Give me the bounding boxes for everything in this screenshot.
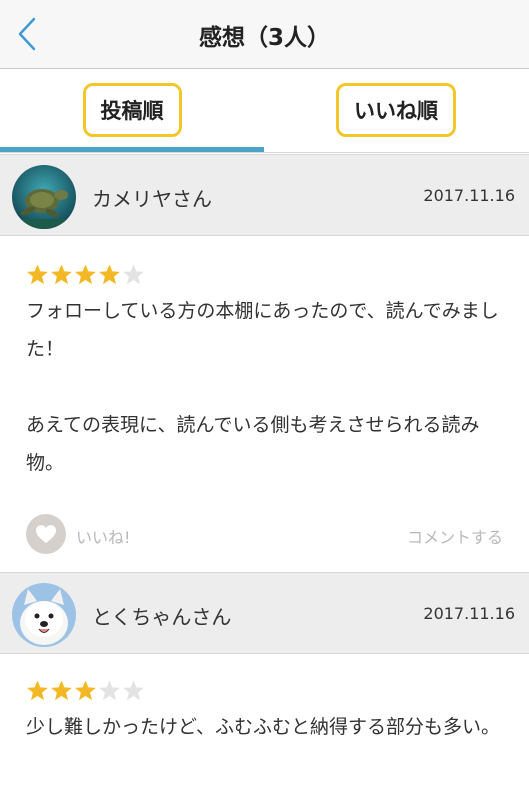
dog-avatar-icon — [12, 583, 76, 647]
star-icon-filled — [27, 679, 48, 700]
star-icon-filled — [27, 263, 48, 284]
review-date: 2017.11.16 — [423, 186, 515, 205]
review-header: カメリヤさん 2017.11.16 — [0, 154, 529, 236]
star-icon-filled — [51, 263, 72, 284]
heart-icon — [36, 525, 56, 544]
review-body: フォローしている方の本棚にあったので、読んでみました！ あえての表現に、読んでい… — [26, 262, 506, 482]
username[interactable]: カメリヤさん — [92, 183, 212, 212]
review-card: とくちゃんさん 2017.11.16 少し難しかったけど、ふむふむと納得する部分… — [0, 572, 529, 800]
star-icon-empty — [123, 679, 144, 700]
username[interactable]: とくちゃんさん — [92, 601, 231, 630]
star-icon-empty — [123, 263, 144, 284]
star-rating — [26, 262, 506, 286]
tab-like-order-label: いいね順 — [336, 83, 456, 137]
tab-post-order-label: 投稿順 — [82, 83, 182, 137]
tabs-divider — [0, 152, 529, 153]
review-comment: フォローしている方の本棚にあったので、読んでみました！ あえての表現に、読んでい… — [26, 300, 499, 474]
page-title: 感想（3人） — [198, 25, 330, 51]
review-comment: 少し難しかったけど、ふむふむと納得する部分も多い。 — [26, 716, 501, 738]
star-icon-filled — [75, 263, 96, 284]
star-icon-filled — [75, 679, 96, 700]
like-button[interactable] — [26, 514, 66, 554]
review-header: とくちゃんさん 2017.11.16 — [0, 572, 529, 654]
star-rating — [26, 678, 506, 702]
tab-like-order[interactable]: いいね順 — [264, 69, 528, 151]
star-icon-filled — [51, 679, 72, 700]
avatar[interactable] — [12, 583, 76, 647]
tab-post-order[interactable]: 投稿順 — [0, 69, 264, 151]
sort-tabs: 投稿順 いいね順 — [0, 69, 529, 156]
review-card: カメリヤさん 2017.11.16 フォローしている方の本棚にあったので、読んで… — [0, 154, 529, 572]
comment-button[interactable]: コメントする — [407, 524, 503, 548]
like-label[interactable]: いいね! — [76, 524, 130, 548]
star-icon-filled — [99, 263, 120, 284]
star-icon-empty — [99, 679, 120, 700]
avatar[interactable] — [12, 165, 76, 229]
nav-header: 感想（3人） — [0, 0, 529, 69]
review-date: 2017.11.16 — [423, 604, 515, 623]
review-body: 少し難しかったけど、ふむふむと納得する部分も多い。 — [26, 678, 506, 746]
sea-turtle-avatar-icon — [12, 165, 76, 229]
review-actions: いいね! コメントする — [0, 502, 529, 572]
